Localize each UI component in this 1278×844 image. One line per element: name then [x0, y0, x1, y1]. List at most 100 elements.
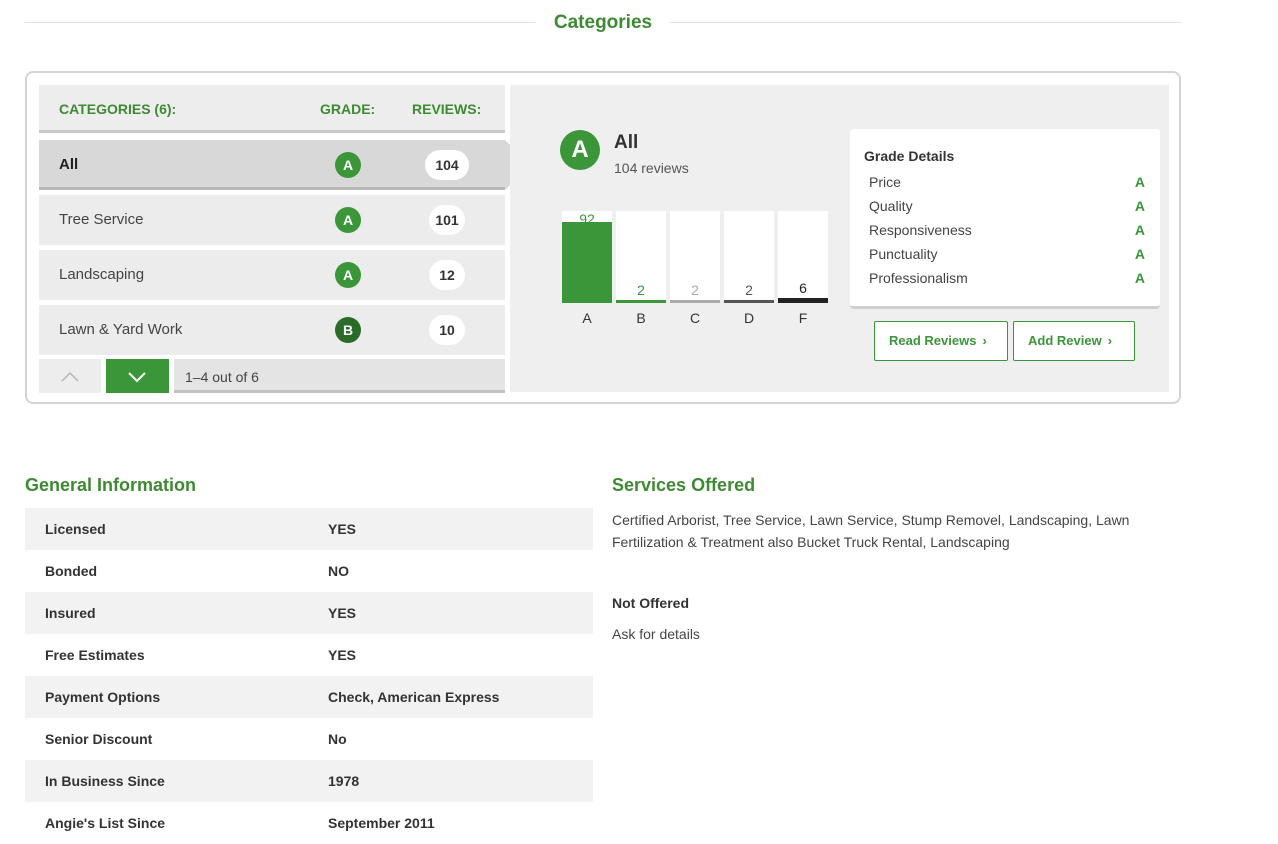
add-review-button[interactable]: Add Review › [1013, 321, 1135, 361]
grade-distribution-chart: 92 A 2 B 2 C 2 D 6 F [562, 211, 832, 326]
grade-detail-grade: A [1134, 174, 1145, 190]
categories-heading: Categories [25, 10, 1181, 36]
category-review-count: 104 [425, 150, 469, 180]
grade-detail-responsiveness: Responsiveness A [869, 222, 1145, 242]
info-key: Insured [45, 605, 96, 621]
chevron-up-icon [61, 371, 79, 382]
info-value: YES [328, 605, 357, 621]
bar-label-d: D [743, 310, 755, 326]
categories-title: Categories [553, 12, 653, 33]
grade-detail-label: Quality [869, 198, 913, 214]
category-review-count: 12 [429, 260, 465, 290]
info-value: No [328, 731, 347, 747]
grade-detail-label: Price [869, 174, 901, 190]
grade-details-card: Grade Details Price A Quality A Responsi… [850, 129, 1160, 309]
general-information-title: General Information [25, 475, 197, 495]
pager-down-button[interactable] [106, 359, 169, 393]
read-reviews-label: Read Reviews [889, 333, 977, 348]
category-row-landscaping[interactable]: Landscaping A 12 [39, 250, 505, 300]
pager-up-button[interactable] [39, 359, 101, 393]
selected-category-name: All [614, 132, 639, 153]
category-row-all[interactable]: All A 104 [39, 140, 531, 190]
header-categories: CATEGORIES (6): [59, 101, 177, 117]
category-grade-badge: A [335, 262, 361, 288]
bar-label-a: A [582, 310, 592, 326]
bar-a [562, 222, 612, 303]
bar-label-c: C [689, 310, 701, 326]
header-grade: GRADE: [320, 101, 376, 117]
info-key: Senior Discount [45, 731, 153, 747]
general-information-table: Licensed YES Bonded NO Insured YES Free … [25, 508, 593, 844]
info-value: YES [328, 647, 357, 663]
grade-details-title: Grade Details [864, 148, 955, 164]
category-grade-badge: A [335, 207, 361, 233]
category-name: Lawn & Yard Work [59, 321, 183, 338]
grade-detail-professionalism: Professionalism A [869, 270, 1145, 290]
info-row-angies-list-since: Angie's List Since September 2011 [25, 802, 593, 844]
category-grade-badge: A [335, 152, 361, 178]
grade-detail-grade: A [1134, 198, 1145, 214]
bar-value-a: 92 [579, 211, 595, 227]
category-review-count: 10 [429, 315, 465, 345]
bar-label-f: F [798, 310, 808, 326]
read-reviews-button[interactable]: Read Reviews › [874, 321, 1008, 361]
info-value: Check, American Express [328, 689, 500, 705]
category-name: Tree Service [59, 211, 144, 228]
category-review-count: 101 [429, 205, 465, 235]
not-offered-text: Ask for details [612, 626, 700, 642]
info-row-in-business-since: In Business Since 1978 [25, 760, 593, 802]
bar-value-d: 2 [745, 282, 753, 298]
category-row-tree-service[interactable]: Tree Service A 101 [39, 195, 505, 245]
info-key: In Business Since [45, 773, 165, 789]
info-value: NO [328, 563, 349, 579]
selected-category-reviews: 104 reviews [614, 160, 689, 176]
grade-detail-label: Punctuality [869, 246, 938, 262]
pager-status: 1–4 out of 6 [174, 359, 505, 393]
grade-detail-quality: Quality A [869, 198, 1145, 218]
category-name: Landscaping [59, 266, 145, 283]
services-offered-title: Services Offered [612, 475, 756, 495]
info-value: 1978 [328, 773, 360, 789]
categories-table: CATEGORIES (6): GRADE: REVIEWS: All A 10… [39, 85, 531, 393]
grade-detail-punctuality: Punctuality A [869, 246, 1145, 266]
grade-detail-grade: A [1134, 222, 1145, 238]
info-row-payment-options: Payment Options Check, American Express [25, 676, 593, 718]
overall-grade-badge: A [560, 130, 600, 170]
grade-detail-label: Responsiveness [869, 222, 972, 238]
pager-status-text: 1–4 out of 6 [185, 369, 259, 385]
info-key: Payment Options [45, 689, 161, 705]
info-key: Bonded [45, 563, 98, 579]
grade-detail-label: Professionalism [869, 270, 968, 286]
categories-panel: CATEGORIES (6): GRADE: REVIEWS: All A 10… [25, 71, 1181, 404]
grade-detail-grade: A [1134, 270, 1145, 286]
info-key: Angie's List Since [45, 815, 166, 831]
category-row-lawn-yard-work[interactable]: Lawn & Yard Work B 10 [39, 305, 505, 355]
category-detail-panel: A All 104 reviews 92 A 2 B 2 C 2 D 6 F Grade Deta… [510, 85, 1169, 392]
bar-value-c: 2 [691, 282, 699, 298]
bar-d [724, 300, 774, 303]
info-row-licensed: Licensed YES [25, 508, 593, 550]
bar-value-f: 6 [799, 280, 807, 296]
chevron-right-icon: › [1107, 333, 1113, 348]
chevron-down-icon [128, 372, 146, 383]
category-name: All [59, 156, 79, 173]
not-offered-title: Not Offered [612, 595, 689, 611]
bar-label-b: B [636, 310, 646, 326]
bar-f [778, 298, 828, 303]
grade-detail-grade: A [1134, 246, 1145, 262]
info-value: YES [328, 521, 357, 537]
info-row-senior-discount: Senior Discount No [25, 718, 593, 760]
heading-divider-right [670, 22, 1181, 23]
bar-b [616, 300, 666, 303]
bar-value-b: 2 [637, 282, 645, 298]
services-offered-text: Certified Arborist, Tree Service, Lawn S… [612, 512, 1130, 550]
info-row-insured: Insured YES [25, 592, 593, 634]
chevron-right-icon: › [982, 333, 987, 348]
grade-detail-price: Price A [869, 174, 1145, 194]
info-key: Licensed [45, 521, 106, 537]
categories-table-header: CATEGORIES (6): GRADE: REVIEWS: [39, 85, 505, 133]
info-key: Free Estimates [45, 647, 145, 663]
bar-c [670, 300, 720, 303]
info-row-free-estimates: Free Estimates YES [25, 634, 593, 676]
info-value: September 2011 [328, 815, 435, 831]
